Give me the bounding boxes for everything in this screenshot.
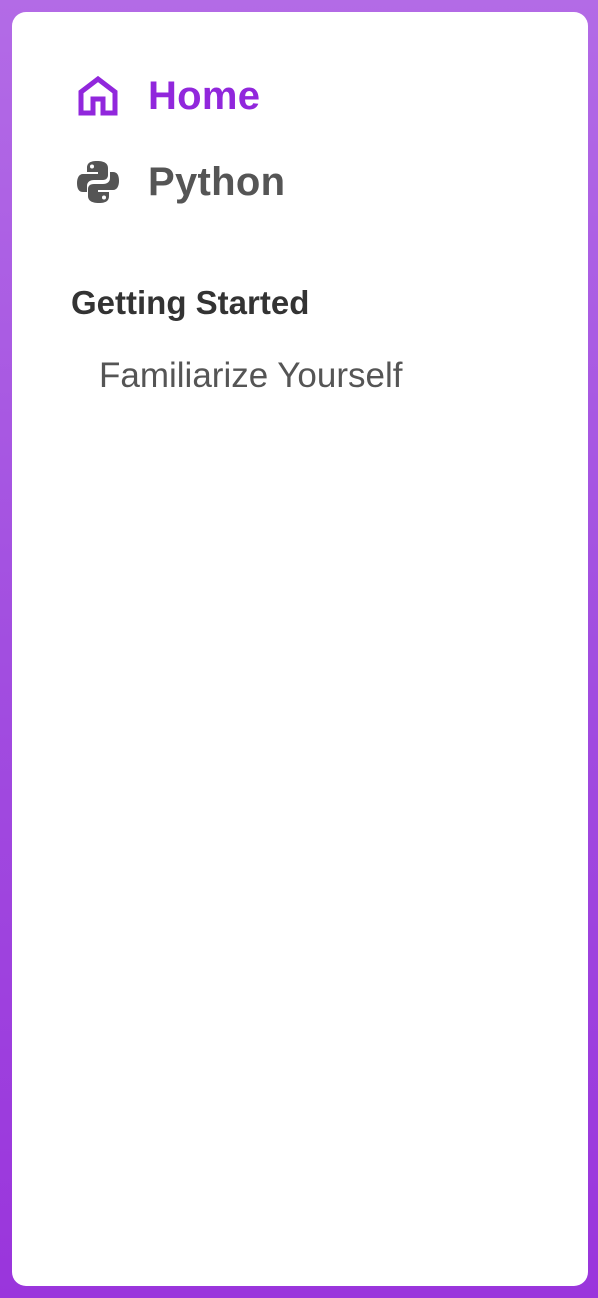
nav-item-label: Python (148, 159, 286, 204)
nav-item-home[interactable]: Home (74, 72, 260, 120)
section-heading: Getting Started (71, 284, 310, 321)
section-link-familiarize-yourself[interactable]: Familiarize Yourself (99, 356, 402, 396)
nav-item-python[interactable]: Python (74, 158, 285, 206)
home-icon (74, 72, 122, 120)
sidebar-panel: Home Python Getting Started Familiarize … (12, 12, 588, 1286)
nav-item-label: Home (148, 73, 261, 118)
python-icon (74, 158, 122, 206)
